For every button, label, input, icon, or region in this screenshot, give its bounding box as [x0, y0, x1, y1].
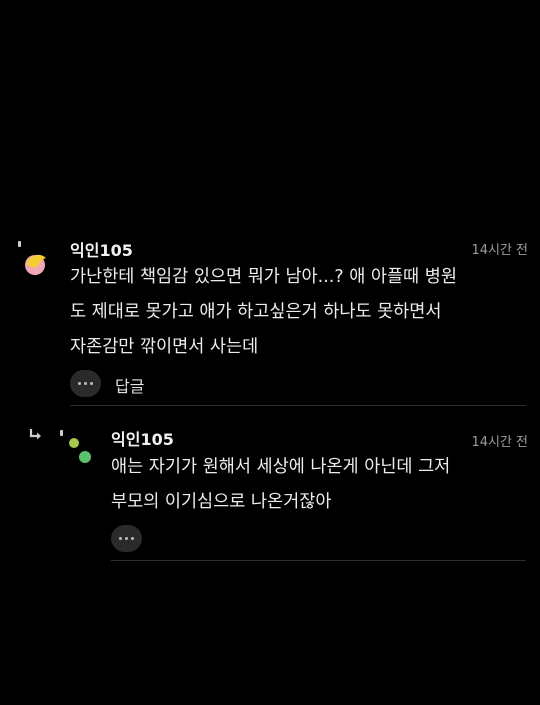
ellipsis-icon	[130, 536, 135, 541]
reply-timestamp: 14시간 전	[471, 435, 528, 450]
ellipsis-icon	[118, 536, 123, 541]
ellipsis-icon	[124, 536, 129, 541]
reply-comment: 익인105 14시간 전 애는 자기가 원해서 세상에 나온게 아닌데 그저 부…	[0, 0, 540, 570]
reply-more-button[interactable]	[111, 525, 142, 552]
divider	[111, 560, 526, 561]
badge-icon	[60, 430, 63, 436]
reply-line: 애는 자기가 원해서 세상에 나온게 아닌데 그저	[111, 457, 451, 477]
reply-arrow-icon	[28, 427, 44, 441]
reply-line: 부모의 이기심으로 나온거잖아	[111, 492, 332, 512]
reply-author[interactable]: 익인105	[111, 426, 174, 450]
avatar-icon	[69, 438, 91, 463]
user-avatar[interactable]	[66, 434, 96, 466]
